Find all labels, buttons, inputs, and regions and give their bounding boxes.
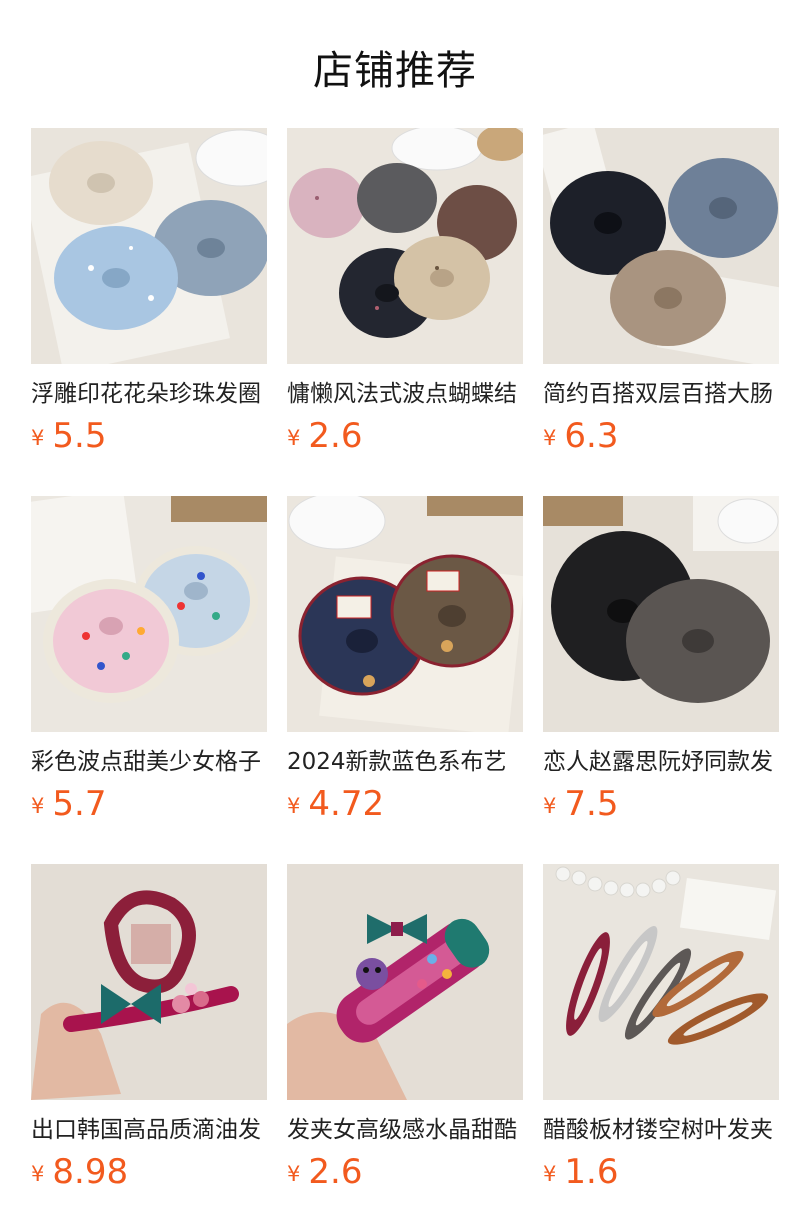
- product-image[interactable]: [543, 864, 779, 1100]
- currency-symbol: ¥: [543, 426, 557, 450]
- product-image[interactable]: [31, 496, 267, 732]
- currency-symbol: ¥: [31, 426, 45, 450]
- product-card[interactable]: 2024新款蓝色系布艺 ¥4.72: [287, 496, 523, 864]
- currency-symbol: ¥: [31, 794, 45, 818]
- product-card[interactable]: 简约百搭双层百搭大肠 ¥6.3: [543, 128, 779, 496]
- price-value: 7.5: [564, 784, 619, 824]
- product-name[interactable]: 2024新款蓝色系布艺: [287, 746, 523, 778]
- product-name[interactable]: 浮雕印花花朵珍珠发圈: [31, 378, 267, 410]
- product-price: ¥4.72: [287, 784, 384, 824]
- product-image[interactable]: [287, 496, 523, 732]
- currency-symbol: ¥: [543, 794, 557, 818]
- product-price: ¥2.6: [287, 416, 362, 456]
- product-name[interactable]: 出口韩国高品质滴油发: [31, 1114, 267, 1146]
- product-price: ¥7.5: [543, 784, 618, 824]
- product-image[interactable]: [31, 128, 267, 364]
- product-image[interactable]: [543, 128, 779, 364]
- currency-symbol: ¥: [287, 426, 301, 450]
- price-value: 1.6: [564, 1152, 619, 1192]
- product-image[interactable]: [287, 864, 523, 1100]
- product-price: ¥8.98: [31, 1152, 128, 1192]
- page-title: 店铺推荐: [313, 48, 477, 94]
- product-name[interactable]: 慵懒风法式波点蝴蝶结: [287, 378, 523, 410]
- product-price: ¥1.6: [543, 1152, 618, 1192]
- product-card[interactable]: 慵懒风法式波点蝴蝶结 ¥2.6: [287, 128, 523, 496]
- product-name[interactable]: 醋酸板材镂空树叶发夹: [543, 1114, 779, 1146]
- price-value: 2.6: [308, 1152, 363, 1192]
- product-name[interactable]: 简约百搭双层百搭大肠: [543, 378, 779, 410]
- product-grid: 浮雕印花花朵珍珠发圈 ¥5.5 慵懒风法式波点蝴蝶结 ¥ 2.6 简约百搭双层百…: [31, 128, 779, 1232]
- product-image[interactable]: [287, 128, 523, 364]
- product-price: ¥5.7: [31, 784, 106, 824]
- currency-symbol: ¥: [287, 794, 301, 818]
- product-image[interactable]: [543, 496, 779, 732]
- price-value: 2.6: [308, 416, 363, 456]
- product-name[interactable]: 彩色波点甜美少女格子: [31, 746, 267, 778]
- currency-symbol: ¥: [31, 1162, 45, 1186]
- price-value: 8.98: [52, 1152, 129, 1192]
- product-price: ¥2.6: [287, 1152, 362, 1192]
- currency-symbol: ¥: [287, 1162, 301, 1186]
- product-price: ¥5.5: [31, 416, 106, 456]
- price-value: 4.72: [308, 784, 385, 824]
- price-value: 6.3: [564, 416, 619, 456]
- product-card[interactable]: 出口韩国高品质滴油发 ¥8.98: [31, 864, 267, 1232]
- price-value: 5.5: [52, 416, 107, 456]
- price-value: 5.7: [52, 784, 107, 824]
- currency-symbol: ¥: [543, 1162, 557, 1186]
- product-card[interactable]: 发夹女高级感水晶甜酷 ¥2.6: [287, 864, 523, 1232]
- product-image[interactable]: [31, 864, 267, 1100]
- product-card[interactable]: 醋酸板材镂空树叶发夹 ¥1.6: [543, 864, 779, 1232]
- product-card[interactable]: 彩色波点甜美少女格子 ¥5.7: [31, 496, 267, 864]
- product-card[interactable]: 浮雕印花花朵珍珠发圈 ¥5.5: [31, 128, 267, 496]
- product-price: ¥6.3: [543, 416, 618, 456]
- product-name[interactable]: 发夹女高级感水晶甜酷: [287, 1114, 523, 1146]
- product-card[interactable]: 恋人赵露思阮妤同款发 ¥7.5: [543, 496, 779, 864]
- product-name[interactable]: 恋人赵露思阮妤同款发: [543, 746, 779, 778]
